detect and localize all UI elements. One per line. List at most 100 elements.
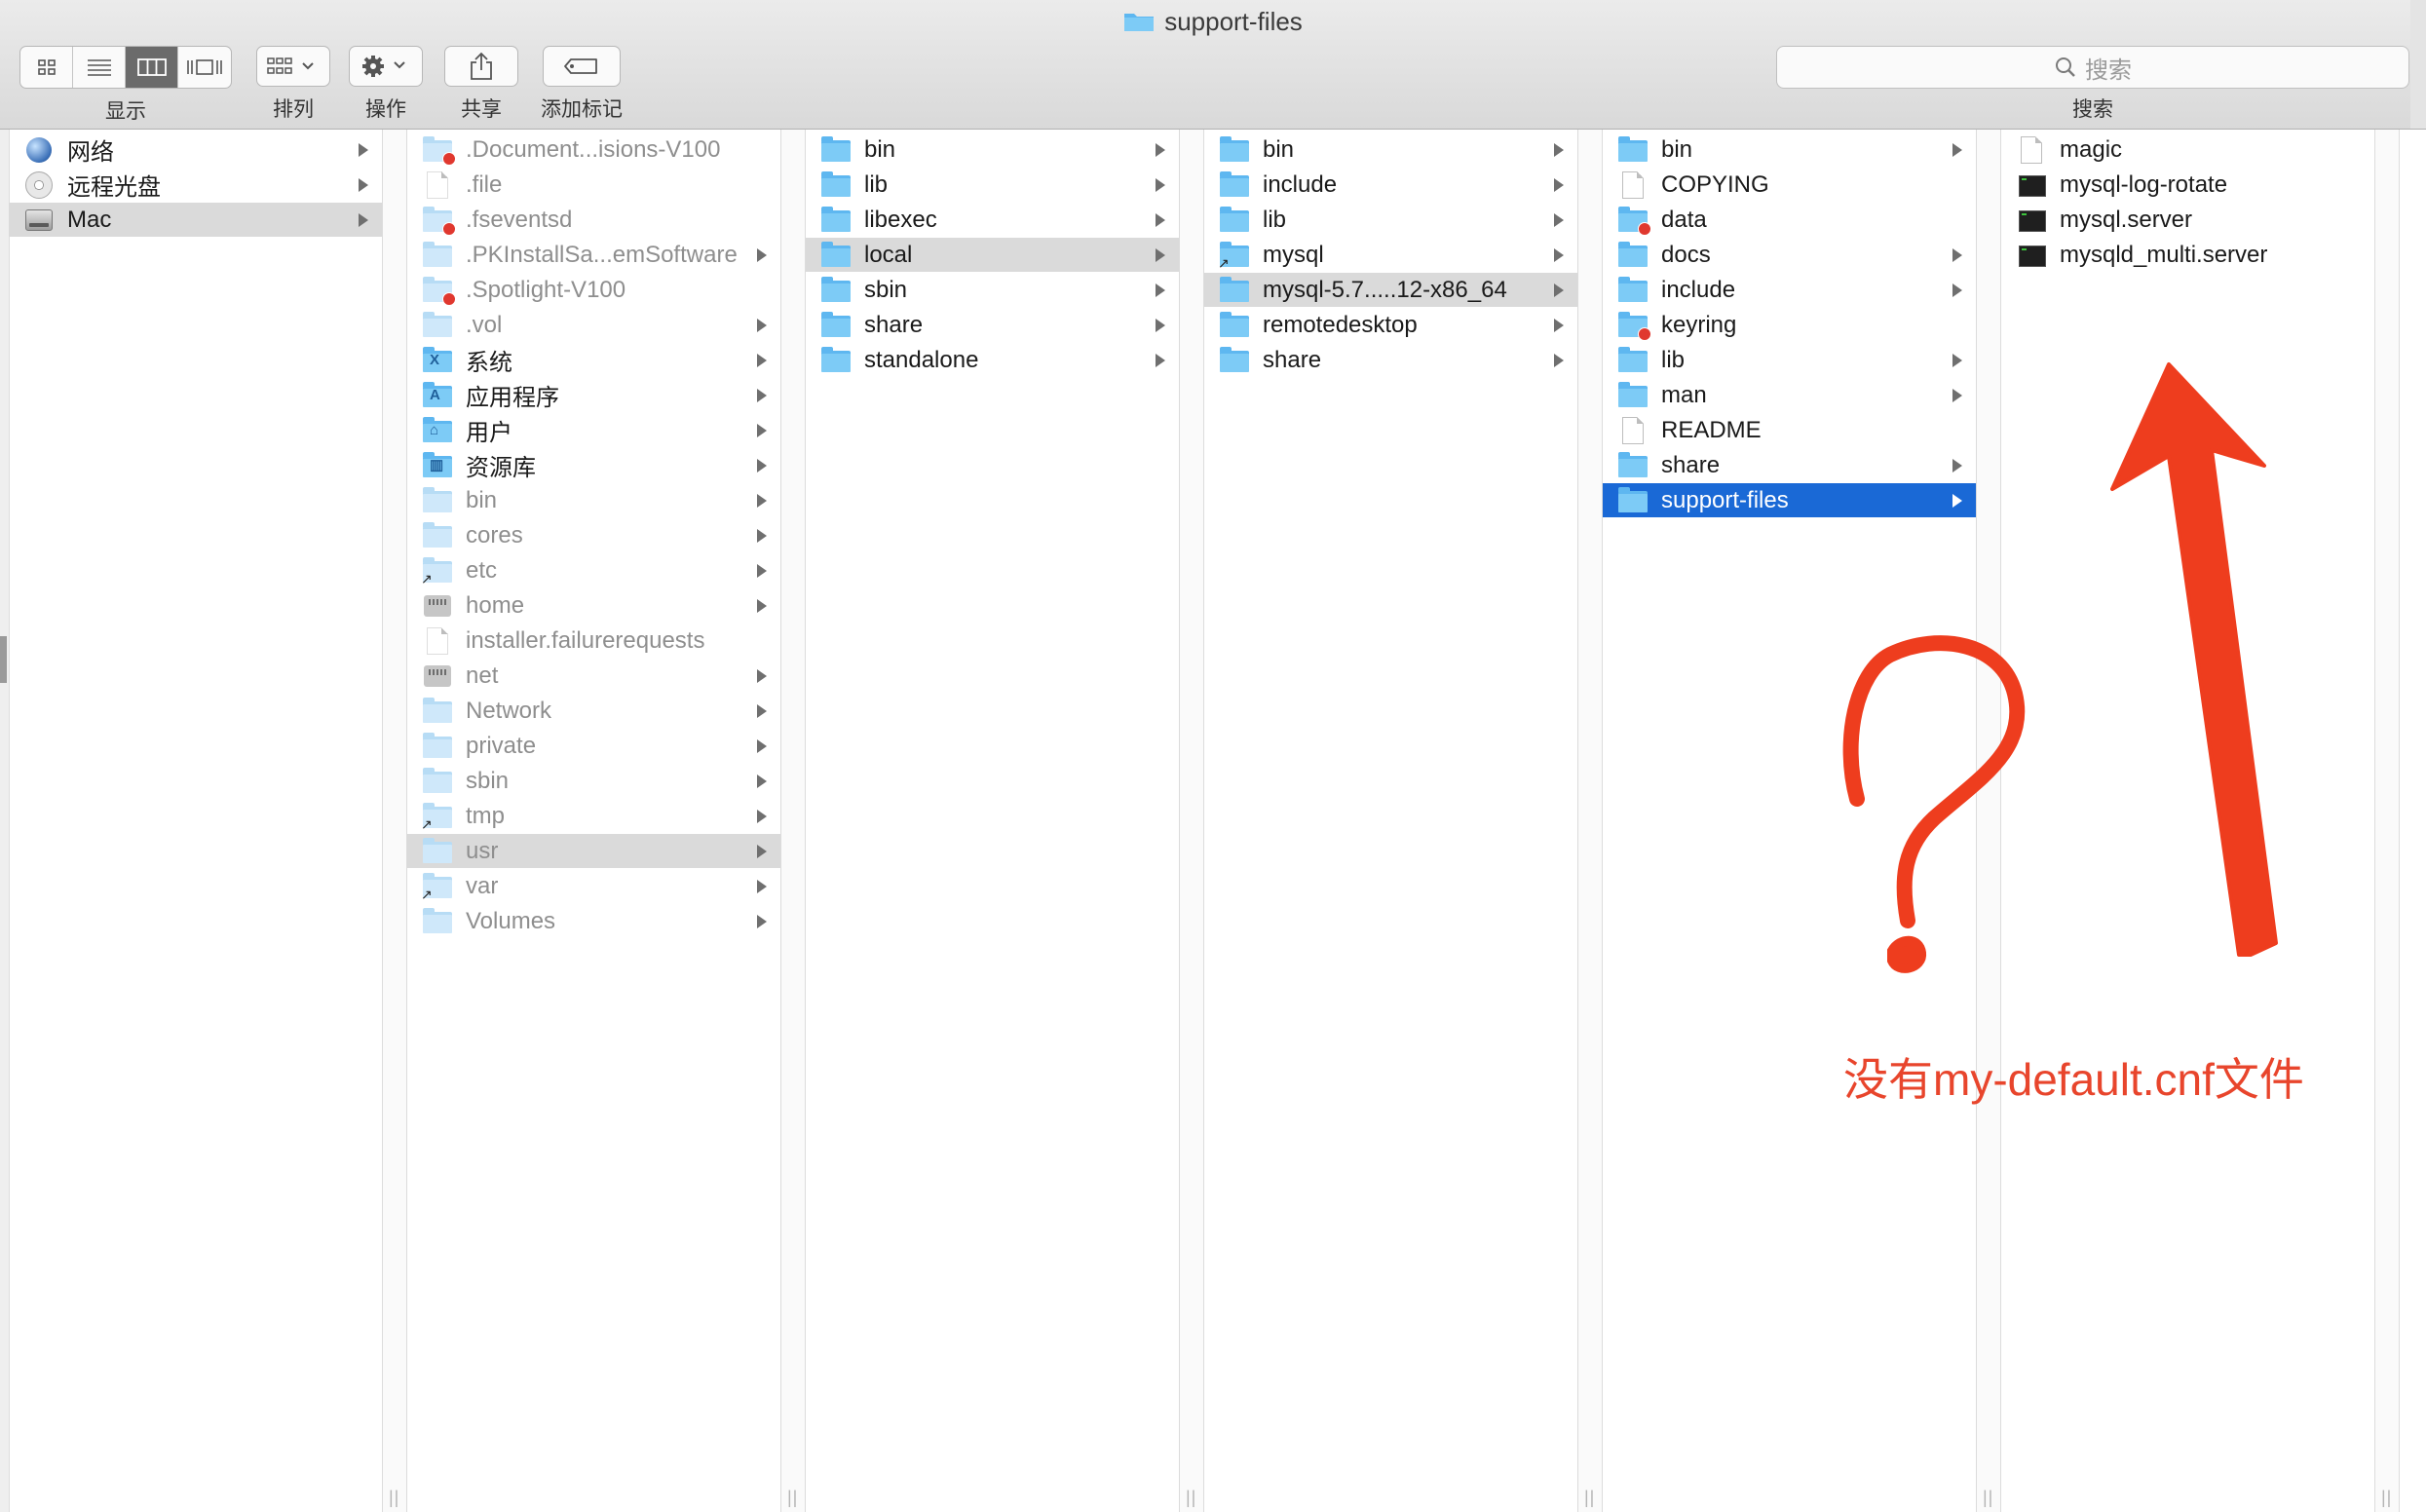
list-item[interactable]: standalone bbox=[806, 343, 1179, 377]
list-item[interactable]: include bbox=[1603, 273, 1976, 307]
list-item[interactable]: share bbox=[806, 308, 1179, 342]
disclosure-arrow-icon bbox=[1156, 212, 1165, 227]
column-view-button[interactable] bbox=[126, 47, 178, 88]
list-item[interactable]: libexec bbox=[806, 203, 1179, 237]
list-item[interactable]: keyring bbox=[1603, 308, 1976, 342]
disclosure-arrow-icon bbox=[1156, 142, 1165, 157]
list-item[interactable]: private bbox=[407, 729, 780, 763]
list-item[interactable]: .Spotlight-V100 bbox=[407, 273, 780, 307]
list-item[interactable]: mysql.server bbox=[2001, 203, 2374, 237]
item-label: 系统 bbox=[466, 350, 512, 376]
list-item[interactable]: home bbox=[407, 588, 780, 623]
list-icon bbox=[87, 59, 111, 76]
list-item[interactable]: support-files bbox=[1603, 483, 1976, 517]
add-tag-button[interactable] bbox=[543, 46, 621, 87]
list-item[interactable]: ↗ mysql bbox=[1204, 238, 1577, 272]
list-item[interactable]: Volumes bbox=[407, 904, 780, 938]
list-item[interactable]: man bbox=[1603, 378, 1976, 412]
list-item[interactable]: A 应用程序 bbox=[407, 378, 780, 412]
restricted-badge-icon bbox=[1638, 326, 1651, 341]
list-item[interactable]: README bbox=[1603, 413, 1976, 447]
edge-handle[interactable] bbox=[0, 636, 7, 683]
list-item[interactable]: sbin bbox=[407, 764, 780, 798]
list-item[interactable]: local bbox=[806, 238, 1179, 272]
list-item[interactable]: ↗ tmp bbox=[407, 799, 780, 833]
users-folder-icon: ⌂ bbox=[421, 416, 454, 444]
list-item[interactable]: ↗ var bbox=[407, 869, 780, 903]
search-field[interactable]: 搜索 bbox=[1776, 46, 2409, 89]
list-item[interactable]: mysql-log-rotate bbox=[2001, 168, 2374, 202]
list-item[interactable]: Network bbox=[407, 694, 780, 728]
list-item[interactable]: magic bbox=[2001, 132, 2374, 167]
list-item[interactable]: ⌂ 用户 bbox=[407, 413, 780, 447]
list-item[interactable]: COPYING bbox=[1603, 168, 1976, 202]
tag-icon bbox=[564, 58, 597, 74]
arrange-label: 排列 bbox=[273, 98, 314, 121]
folder-icon bbox=[421, 206, 456, 236]
arrange-button[interactable] bbox=[256, 46, 330, 87]
list-item[interactable]: .file bbox=[407, 168, 780, 202]
item-label: Volumes bbox=[466, 907, 556, 934]
list-view-button[interactable] bbox=[73, 47, 126, 88]
list-item[interactable]: share bbox=[1603, 448, 1976, 482]
list-item[interactable]: mysqld_multi.server bbox=[2001, 238, 2374, 272]
action-button[interactable] bbox=[349, 46, 423, 87]
gallery-view-button[interactable] bbox=[178, 47, 231, 88]
list-item[interactable]: include bbox=[1204, 168, 1577, 202]
disclosure-arrow-icon bbox=[1554, 353, 1564, 367]
list-item[interactable]: cores bbox=[407, 518, 780, 552]
list-item[interactable]: ▥ 资源库 bbox=[407, 448, 780, 482]
document-icon bbox=[421, 626, 454, 655]
list-item[interactable]: X 系统 bbox=[407, 343, 780, 377]
list-item[interactable]: .Document...isions-V100 bbox=[407, 132, 780, 167]
list-item[interactable]: Mac bbox=[9, 203, 382, 237]
item-label: mysqld_multi.server bbox=[2060, 241, 2268, 268]
list-item[interactable]: lib bbox=[806, 168, 1179, 202]
list-item[interactable]: bin bbox=[1204, 132, 1577, 167]
item-label: remotedesktop bbox=[1263, 311, 1418, 338]
list-item[interactable]: .vol bbox=[407, 308, 780, 342]
item-label: magic bbox=[2060, 135, 2123, 163]
disclosure-arrow-icon bbox=[359, 212, 368, 227]
folder-icon: ↗ bbox=[1218, 241, 1251, 270]
list-item[interactable]: net bbox=[407, 659, 780, 693]
disclosure-arrow-icon bbox=[1952, 142, 1962, 157]
list-item[interactable]: mysql-5.7.....12-x86_64 bbox=[1204, 273, 1577, 307]
share-button[interactable] bbox=[444, 46, 518, 87]
item-label: Network bbox=[466, 697, 552, 724]
list-item[interactable]: .fseventsd bbox=[407, 203, 780, 237]
folder-icon bbox=[819, 135, 853, 164]
column-resize-handle[interactable]: || bbox=[780, 130, 806, 1512]
list-item[interactable]: lib bbox=[1204, 203, 1577, 237]
list-item[interactable]: installer.failurerequests bbox=[407, 624, 780, 658]
list-item[interactable]: lib bbox=[1603, 343, 1976, 377]
list-item[interactable]: bin bbox=[407, 483, 780, 517]
disclosure-arrow-icon bbox=[757, 563, 767, 578]
disclosure-arrow-icon bbox=[1952, 388, 1962, 402]
column-resize-handle[interactable]: || bbox=[1577, 130, 1603, 1512]
annotation-text: 没有my-default.cnf文件 bbox=[1843, 1054, 2304, 1105]
list-item[interactable]: usr bbox=[407, 834, 780, 868]
disclosure-arrow-icon bbox=[1554, 142, 1564, 157]
list-item[interactable]: docs bbox=[1603, 238, 1976, 272]
view-label: 显示 bbox=[105, 100, 146, 123]
column-resize-handle[interactable]: || bbox=[1179, 130, 1204, 1512]
list-item[interactable]: bin bbox=[1603, 132, 1976, 167]
list-item[interactable]: data bbox=[1603, 203, 1976, 237]
disclosure-arrow-icon bbox=[1952, 458, 1962, 472]
list-item[interactable]: .PKInstallSa...emSoftware bbox=[407, 238, 780, 272]
icon-view-button[interactable] bbox=[20, 47, 73, 88]
search-icon bbox=[2056, 57, 2075, 77]
list-item[interactable]: ↗ etc bbox=[407, 553, 780, 587]
column-resize-handle[interactable]: || bbox=[382, 130, 407, 1512]
browser-column-4: bin include lib ↗ mysql mysql-5.7.....12-x86_… bbox=[1204, 130, 1577, 1512]
list-item[interactable]: bin bbox=[806, 132, 1179, 167]
list-item[interactable]: share bbox=[1204, 343, 1577, 377]
list-item[interactable]: 网络 bbox=[9, 132, 382, 167]
list-item[interactable]: sbin bbox=[806, 273, 1179, 307]
folder-icon bbox=[421, 732, 454, 760]
column-resize-handle[interactable]: || bbox=[1976, 130, 2001, 1512]
list-item[interactable]: 远程光盘 bbox=[9, 168, 382, 202]
list-item[interactable]: remotedesktop bbox=[1204, 308, 1577, 342]
column-resize-handle[interactable]: || bbox=[2374, 130, 2400, 1512]
